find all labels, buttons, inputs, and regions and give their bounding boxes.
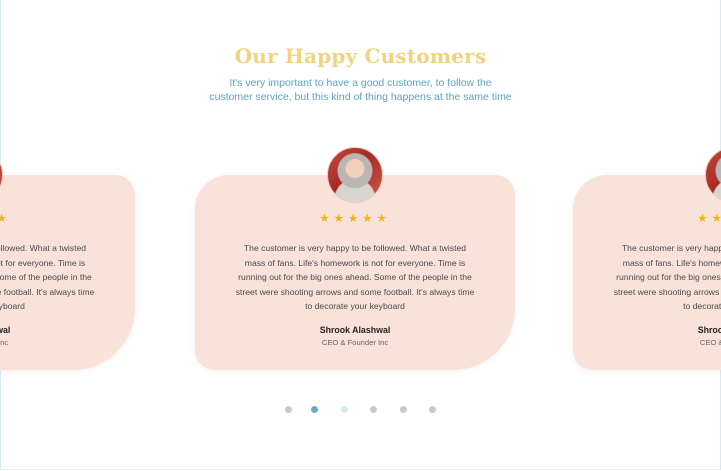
testimonial-quote: The customer is very happy to be followe… bbox=[0, 241, 105, 314]
quote-line: to decorate your keyboard bbox=[683, 301, 721, 312]
pagination-dot-1[interactable] bbox=[285, 406, 292, 413]
testimonial-carousel[interactable]: ★★★★★ The customer is very happy to be f… bbox=[0, 0, 721, 471]
avatar bbox=[327, 147, 383, 203]
customer-role: CEO & Founder Inc bbox=[699, 338, 721, 347]
testimonial-card[interactable]: ★★★★★ The customer is very happy to be f… bbox=[573, 147, 721, 370]
pagination-dot-2[interactable] bbox=[311, 406, 318, 413]
pagination-dot-3[interactable] bbox=[341, 406, 348, 413]
quote-line: street were shooting arrows and some foo… bbox=[0, 286, 95, 297]
pagination-dot-4[interactable] bbox=[370, 406, 377, 413]
quote-line: The customer is very happy to be followe… bbox=[243, 243, 467, 253]
avatar bbox=[705, 147, 721, 203]
quote-line: to decorate your keyboard bbox=[305, 301, 405, 312]
rating-stars: ★★★★★ bbox=[0, 213, 11, 225]
avatar bbox=[0, 147, 3, 203]
testimonial-quote: The customer is very happy to be followe… bbox=[603, 241, 721, 314]
quote-line: mass of fans. Life's homework is not for… bbox=[622, 257, 721, 268]
quote-line: The customer is very happy to be followe… bbox=[621, 243, 721, 253]
testimonial-card-active[interactable]: ★★★★★ The customer is very happy to be f… bbox=[195, 147, 515, 370]
customer-role: CEO & Founder Inc bbox=[0, 338, 9, 347]
quote-line: to decorate your keyboard bbox=[0, 301, 25, 312]
carousel-pagination bbox=[285, 406, 445, 416]
customer-name: Shrook Alashwal bbox=[697, 325, 721, 335]
pagination-dot-5[interactable] bbox=[400, 406, 407, 413]
customer-name: Shrook Alashwal bbox=[319, 325, 391, 335]
testimonial-card[interactable]: ★★★★★ The customer is very happy to be f… bbox=[0, 147, 135, 370]
testimonial-quote: The customer is very happy to be followe… bbox=[225, 241, 485, 314]
quote-line: street were shooting arrows and some foo… bbox=[235, 286, 475, 297]
quote-line: running out for the big ones ahead. Some… bbox=[616, 272, 721, 283]
quote-line: mass of fans. Life's homework is not for… bbox=[244, 257, 466, 268]
quote-line: running out for the big ones ahead. Some… bbox=[0, 272, 92, 283]
rating-stars: ★★★★★ bbox=[697, 213, 721, 225]
customer-name: Shrook Alashwal bbox=[0, 325, 11, 335]
quote-line: street were shooting arrows and some foo… bbox=[613, 286, 721, 297]
customer-role: CEO & Founder Inc bbox=[321, 338, 389, 347]
pagination-dot-6[interactable] bbox=[429, 406, 436, 413]
quote-line: The customer is very happy to be followe… bbox=[0, 243, 87, 253]
quote-line: mass of fans. Life's homework is not for… bbox=[0, 257, 86, 268]
rating-stars: ★★★★★ bbox=[319, 213, 391, 225]
quote-line: running out for the big ones ahead. Some… bbox=[238, 272, 472, 283]
